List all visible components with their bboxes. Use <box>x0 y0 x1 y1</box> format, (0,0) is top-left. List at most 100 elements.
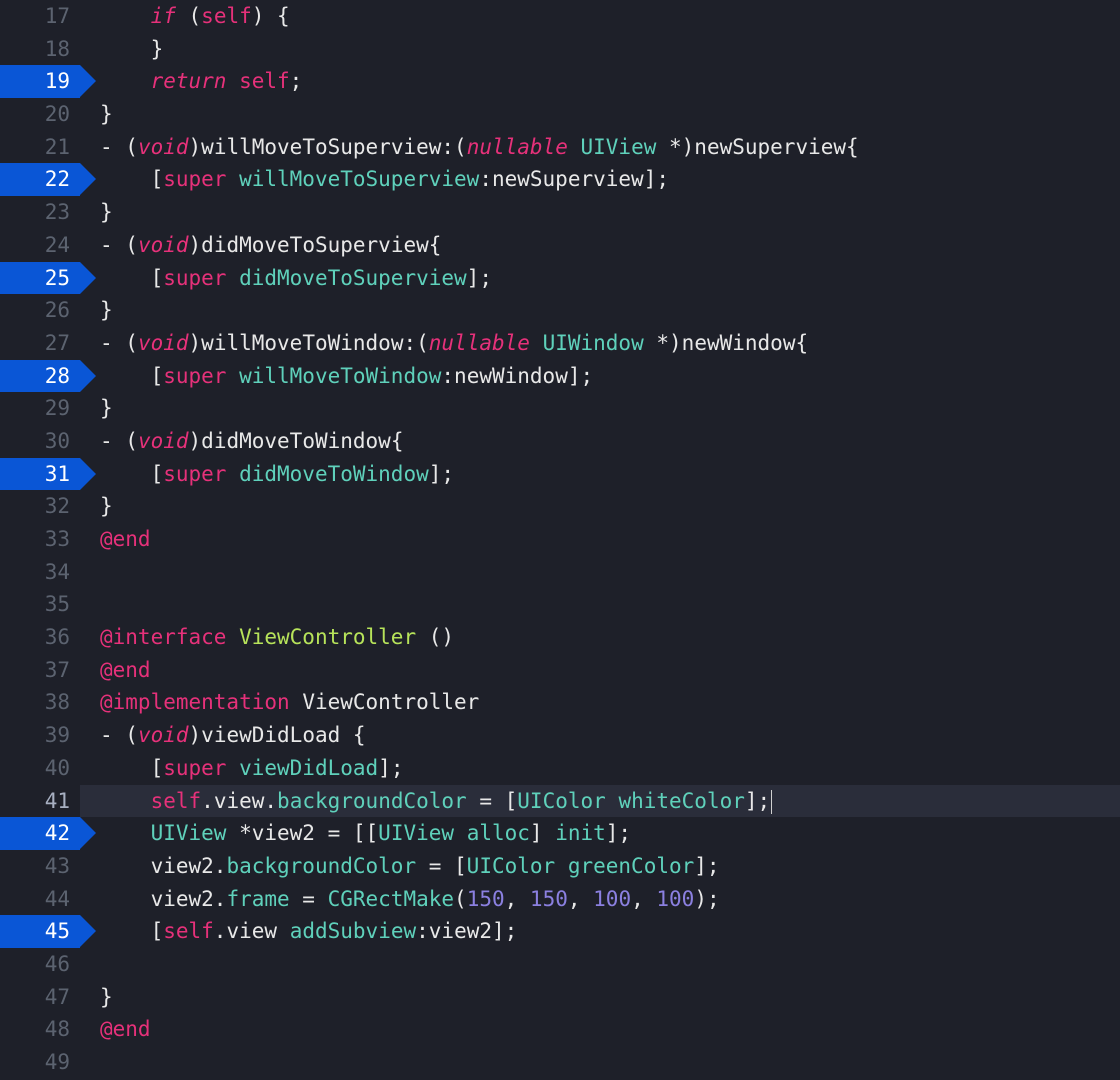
code-line[interactable]: 38@implementation ViewController <box>0 686 1120 719</box>
code-content[interactable]: UIView *view2 = [[UIView alloc] init]; <box>80 817 1120 850</box>
breakpoint-marker[interactable]: 19 <box>0 65 80 98</box>
code-line[interactable]: 24- (void)didMoveToSuperview{ <box>0 229 1120 262</box>
line-number[interactable]: 23 <box>0 196 80 229</box>
breakpoint-marker[interactable]: 28 <box>0 360 80 393</box>
code-line[interactable]: 43 view2.backgroundColor = [UIColor gree… <box>0 850 1120 883</box>
line-number[interactable]: 48 <box>0 1013 80 1046</box>
code-content[interactable]: if (self) { <box>80 0 1120 33</box>
code-content[interactable]: @implementation ViewController <box>80 686 1120 719</box>
code-content[interactable]: [super willMoveToSuperview:newSuperview]… <box>80 163 1120 196</box>
code-content[interactable]: - (void)viewDidLoad { <box>80 719 1120 752</box>
code-line[interactable]: 35 <box>0 588 1120 621</box>
breakpoint-marker[interactable]: 22 <box>0 163 80 196</box>
breakpoint-marker[interactable]: 42 <box>0 817 80 850</box>
code-line[interactable]: 46 <box>0 948 1120 981</box>
line-number[interactable]: 21 <box>0 131 80 164</box>
code-content[interactable]: view2.backgroundColor = [UIColor greenCo… <box>80 850 1120 883</box>
line-number[interactable]: 36 <box>0 621 80 654</box>
code-content[interactable]: [self.view addSubview:view2]; <box>80 915 1120 948</box>
breakpoint-marker[interactable]: 31 <box>0 458 80 491</box>
code-line[interactable]: 20} <box>0 98 1120 131</box>
code-content[interactable]: - (void)willMoveToWindow:(nullable UIWin… <box>80 327 1120 360</box>
breakpoint-marker[interactable]: 25 <box>0 262 80 295</box>
code-line[interactable]: 28 [super willMoveToWindow:newWindow]; <box>0 360 1120 393</box>
code-line[interactable]: 48@end <box>0 1013 1120 1046</box>
code-line[interactable]: 17 if (self) { <box>0 0 1120 33</box>
line-number[interactable]: 41 <box>0 785 80 818</box>
code-content[interactable]: } <box>80 294 1120 327</box>
line-number[interactable]: 29 <box>0 392 80 425</box>
code-line[interactable]: 31 [super didMoveToWindow]; <box>0 458 1120 491</box>
code-content[interactable]: self.view.backgroundColor = [UIColor whi… <box>80 785 1120 818</box>
code-line[interactable]: 32} <box>0 490 1120 523</box>
token-method: whiteColor <box>618 789 744 813</box>
line-number[interactable]: 17 <box>0 0 80 33</box>
code-content[interactable]: return self; <box>80 65 1120 98</box>
code-line[interactable]: 40 [super viewDidLoad]; <box>0 752 1120 785</box>
code-content[interactable] <box>80 948 1120 981</box>
code-line[interactable]: 19 return self; <box>0 65 1120 98</box>
code-line[interactable]: 37@end <box>0 654 1120 687</box>
code-content[interactable]: view2.frame = CGRectMake(150, 150, 100, … <box>80 883 1120 916</box>
line-number[interactable]: 26 <box>0 294 80 327</box>
line-number[interactable]: 27 <box>0 327 80 360</box>
code-line[interactable]: 42 UIView *view2 = [[UIView alloc] init]… <box>0 817 1120 850</box>
line-number[interactable]: 44 <box>0 883 80 916</box>
line-number[interactable]: 35 <box>0 588 80 621</box>
code-line[interactable]: 26} <box>0 294 1120 327</box>
code-line[interactable]: 25 [super didMoveToSuperview]; <box>0 262 1120 295</box>
line-number[interactable]: 30 <box>0 425 80 458</box>
code-line[interactable]: 45 [self.view addSubview:view2]; <box>0 915 1120 948</box>
code-line[interactable]: 41 self.view.backgroundColor = [UIColor … <box>0 785 1120 818</box>
line-number[interactable]: 38 <box>0 686 80 719</box>
code-content[interactable]: @end <box>80 654 1120 687</box>
code-content[interactable]: } <box>80 981 1120 1014</box>
line-number[interactable]: 18 <box>0 33 80 66</box>
code-line[interactable]: 47} <box>0 981 1120 1014</box>
code-content[interactable]: @interface ViewController () <box>80 621 1120 654</box>
code-content[interactable]: } <box>80 98 1120 131</box>
code-line[interactable]: 23} <box>0 196 1120 229</box>
code-editor[interactable]: 17 if (self) {18 }19 return self;20}21- … <box>0 0 1120 1079</box>
line-number[interactable]: 40 <box>0 752 80 785</box>
code-content[interactable]: [super willMoveToWindow:newWindow]; <box>80 360 1120 393</box>
line-number[interactable]: 24 <box>0 229 80 262</box>
token-punc: } <box>100 200 113 224</box>
code-content[interactable]: [super didMoveToWindow]; <box>80 458 1120 491</box>
line-number[interactable]: 33 <box>0 523 80 556</box>
code-content[interactable]: } <box>80 490 1120 523</box>
code-content[interactable]: - (void)didMoveToSuperview{ <box>80 229 1120 262</box>
line-number[interactable]: 37 <box>0 654 80 687</box>
code-content[interactable]: @end <box>80 1013 1120 1046</box>
line-number[interactable]: 39 <box>0 719 80 752</box>
code-content[interactable]: } <box>80 196 1120 229</box>
code-content[interactable]: [super didMoveToSuperview]; <box>80 262 1120 295</box>
code-line[interactable]: 27- (void)willMoveToWindow:(nullable UIW… <box>0 327 1120 360</box>
line-number[interactable]: 20 <box>0 98 80 131</box>
code-content[interactable]: - (void)didMoveToWindow{ <box>80 425 1120 458</box>
code-line[interactable]: 22 [super willMoveToSuperview:newSupervi… <box>0 163 1120 196</box>
code-line[interactable]: 29} <box>0 392 1120 425</box>
code-line[interactable]: 21- (void)willMoveToSuperview:(nullable … <box>0 131 1120 164</box>
code-content[interactable]: @end <box>80 523 1120 556</box>
token-keyword: void <box>138 233 189 257</box>
line-number[interactable]: 47 <box>0 981 80 1014</box>
line-number[interactable]: 34 <box>0 556 80 589</box>
code-line[interactable]: 30- (void)didMoveToWindow{ <box>0 425 1120 458</box>
code-line[interactable]: 39- (void)viewDidLoad { <box>0 719 1120 752</box>
code-content[interactable]: [super viewDidLoad]; <box>80 752 1120 785</box>
code-line[interactable]: 44 view2.frame = CGRectMake(150, 150, 10… <box>0 883 1120 916</box>
code-content[interactable]: } <box>80 33 1120 66</box>
line-number[interactable]: 46 <box>0 948 80 981</box>
code-line[interactable]: 34 <box>0 556 1120 589</box>
breakpoint-marker[interactable]: 45 <box>0 915 80 948</box>
code-line[interactable]: 49 <box>0 1046 1120 1079</box>
line-number[interactable]: 32 <box>0 490 80 523</box>
code-line[interactable]: 18 } <box>0 33 1120 66</box>
code-line[interactable]: 33@end <box>0 523 1120 556</box>
line-number[interactable]: 43 <box>0 850 80 883</box>
code-line[interactable]: 36@interface ViewController () <box>0 621 1120 654</box>
line-number[interactable]: 49 <box>0 1046 80 1079</box>
code-content[interactable]: - (void)willMoveToSuperview:(nullable UI… <box>80 131 1120 164</box>
code-content[interactable]: } <box>80 392 1120 425</box>
